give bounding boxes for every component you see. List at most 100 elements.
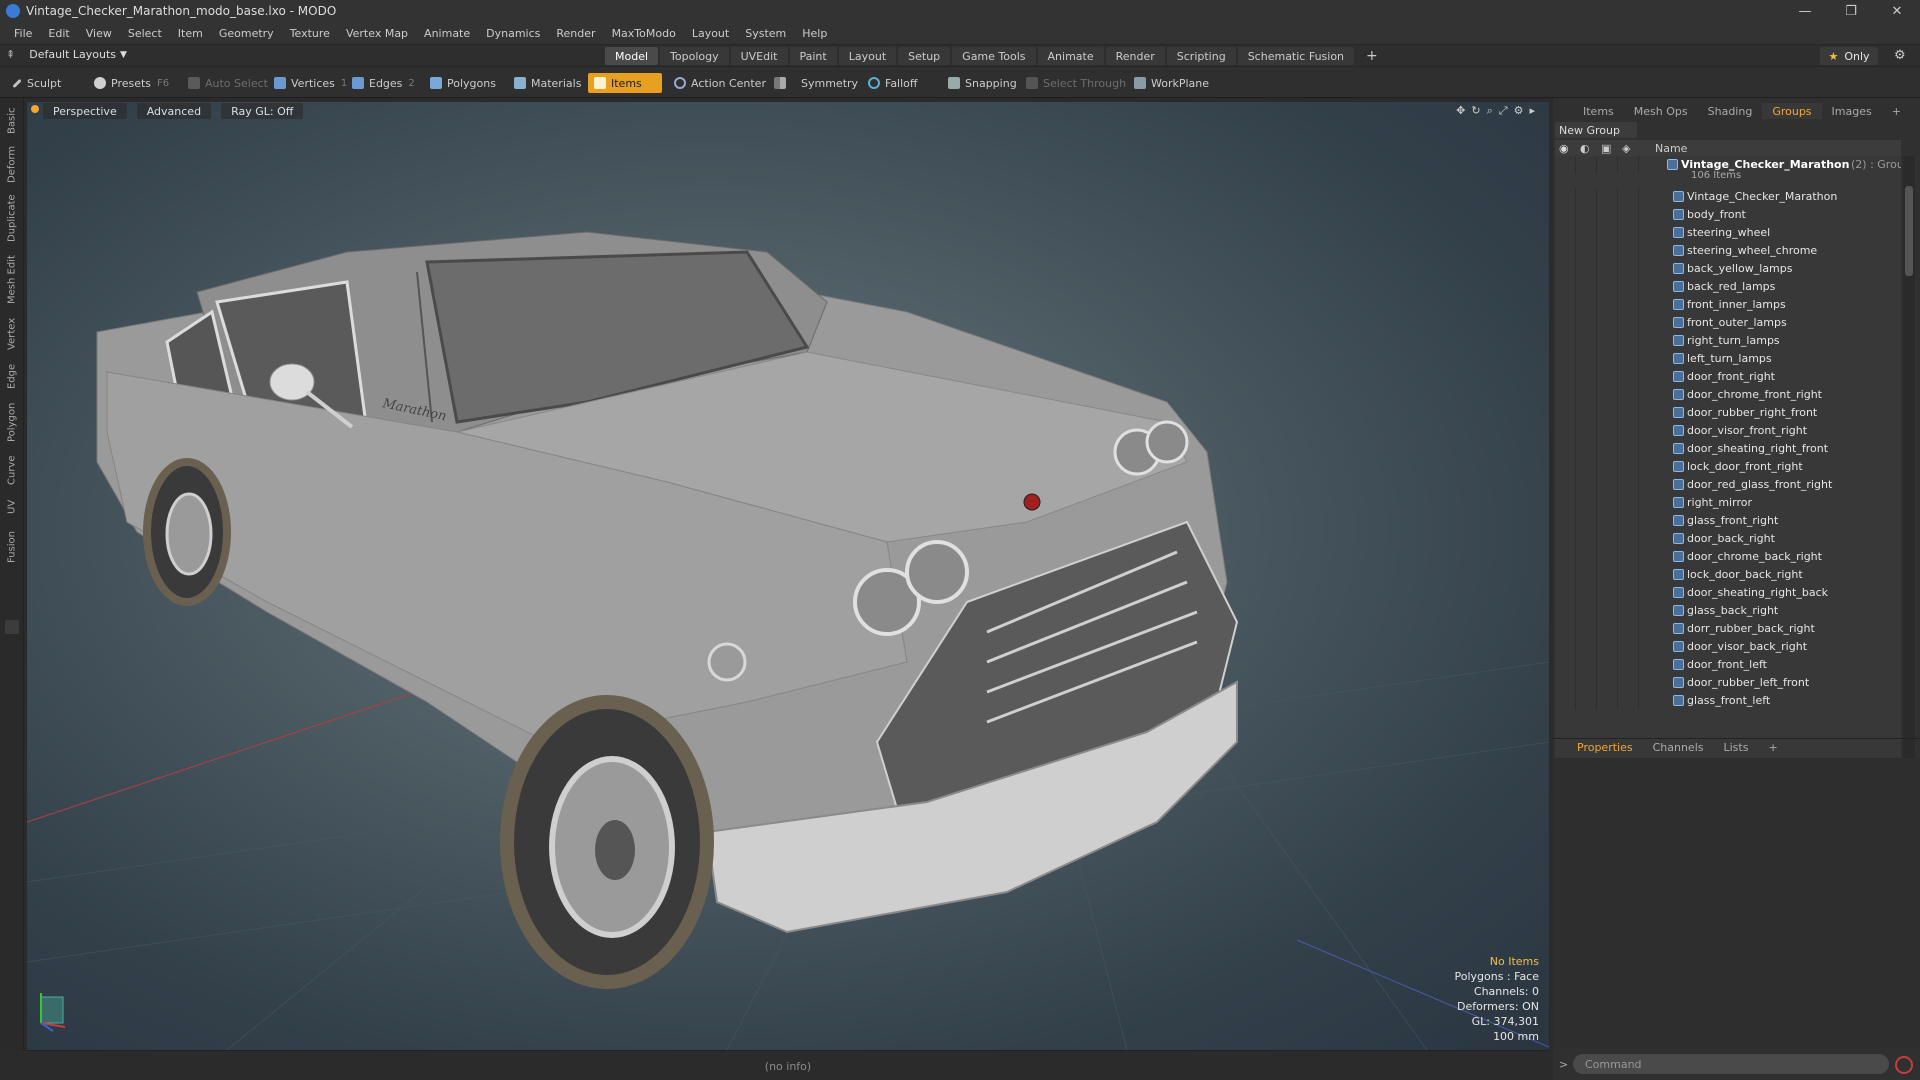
list-item[interactable]: door_visor_back_right [1555, 638, 1901, 656]
menu-layout[interactable]: Layout [684, 27, 737, 40]
items-button[interactable]: Items [588, 73, 662, 93]
list-item[interactable]: front_inner_lamps [1555, 296, 1901, 314]
tab-mesh-edit[interactable]: Mesh Edit [3, 252, 21, 308]
tab-basic[interactable]: Basic [3, 104, 21, 138]
list-item[interactable]: door_red_glass_front_right [1555, 476, 1901, 494]
command-input[interactable]: Command [1573, 1054, 1889, 1074]
sculpt-button[interactable]: Sculpt [6, 73, 67, 93]
list-item[interactable]: door_front_left [1555, 656, 1901, 674]
tab-fusion[interactable]: Fusion [3, 526, 21, 568]
list-item[interactable]: door_rubber_right_front [1555, 404, 1901, 422]
list-item[interactable]: door_rubber_left_front [1555, 674, 1901, 692]
select-icon[interactable]: ◈ [1622, 142, 1630, 155]
tab-groups[interactable]: Groups [1762, 103, 1822, 119]
menu-item[interactable]: Item [170, 27, 211, 40]
falloff-button[interactable]: Falloff [862, 73, 923, 93]
zoom-view-icon[interactable]: ⌕ [1487, 104, 1493, 118]
tab-animate[interactable]: Animate [1037, 47, 1104, 65]
menu-animate[interactable]: Animate [416, 27, 478, 40]
list-item[interactable]: door_chrome_back_right [1555, 548, 1901, 566]
menu-render[interactable]: Render [548, 27, 603, 40]
list-item[interactable]: glass_front_left [1555, 692, 1901, 710]
action-center-button[interactable]: Action Center [668, 73, 772, 93]
view-perspective-tab[interactable]: Perspective [43, 103, 127, 119]
tab-topology[interactable]: Topology [660, 47, 729, 65]
gear-icon[interactable]: ⚙ [1894, 48, 1910, 64]
menu-select[interactable]: Select [120, 27, 170, 40]
tab-curve[interactable]: Curve [3, 452, 21, 488]
list-item[interactable]: right_turn_lamps [1555, 332, 1901, 350]
tab-vertex[interactable]: Vertex [3, 314, 21, 354]
list-item[interactable]: steering_wheel_chrome [1555, 242, 1901, 260]
tab-model[interactable]: Model [605, 47, 659, 65]
workplane-button[interactable]: WorkPlane [1128, 73, 1215, 93]
fit-view-icon[interactable]: ⤢ [1499, 104, 1508, 118]
auto-select-button[interactable]: Auto Select [182, 73, 274, 93]
menu-system[interactable]: System [737, 27, 794, 40]
list-item[interactable]: dorr_rubber_back_right [1555, 620, 1901, 638]
expand-panel-icon[interactable] [5, 620, 19, 634]
viewport-menu-icon[interactable] [31, 105, 39, 113]
list-item[interactable]: door_sheating_right_front [1555, 440, 1901, 458]
tab-items[interactable]: Items [1573, 103, 1624, 119]
close-button[interactable]: ✕ [1874, 0, 1920, 22]
list-item[interactable]: door_chrome_front_right [1555, 386, 1901, 404]
tab-images[interactable]: Images [1822, 103, 1882, 119]
tab-setup[interactable]: Setup [898, 47, 951, 65]
tab-game-tools[interactable]: Game Tools [952, 47, 1036, 65]
tab-properties[interactable]: Properties [1567, 739, 1643, 756]
menu-dynamics[interactable]: Dynamics [478, 27, 548, 40]
menu-help[interactable]: Help [794, 27, 835, 40]
command-history-button[interactable] [1895, 1056, 1913, 1074]
ray-gl-toggle[interactable]: Ray GL: Off [221, 103, 304, 119]
render-icon[interactable]: ◐ [1580, 142, 1590, 155]
menu-view[interactable]: View [78, 27, 120, 40]
tree-scrollbar[interactable] [1903, 156, 1915, 800]
edges-button[interactable]: Edges 2 [346, 73, 421, 93]
menu-file[interactable]: File [6, 27, 40, 40]
tab-scripting[interactable]: Scripting [1166, 47, 1236, 65]
tab-schematic-fusion[interactable]: Schematic Fusion [1237, 47, 1355, 65]
presets-button[interactable]: Presets F6 [88, 73, 175, 93]
menu-maxtomodo[interactable]: MaxToModo [604, 27, 684, 40]
tab-polygon[interactable]: Polygon [3, 398, 21, 446]
list-item[interactable]: back_red_lamps [1555, 278, 1901, 296]
tab-layout[interactable]: Layout [838, 47, 897, 65]
menu-texture[interactable]: Texture [282, 27, 338, 40]
list-item[interactable]: lock_door_back_right [1555, 566, 1901, 584]
menu-edit[interactable]: Edit [40, 27, 77, 40]
name-column-header[interactable]: Name [1655, 142, 1687, 155]
list-item[interactable]: lock_door_front_right [1555, 458, 1901, 476]
visibility-eye-icon[interactable]: ◉ [1559, 142, 1569, 155]
list-item[interactable]: steering_wheel [1555, 224, 1901, 242]
menu-vertex-map[interactable]: Vertex Map [338, 27, 416, 40]
tab-deform[interactable]: Deform [3, 144, 21, 184]
group-row[interactable]: Vintage_Checker_Marathon (2) : Group 106… [1555, 156, 1901, 188]
list-item[interactable]: right_mirror [1555, 494, 1901, 512]
menu-geometry[interactable]: Geometry [211, 27, 282, 40]
rotate-view-icon[interactable]: ↻ [1471, 104, 1480, 118]
scrollbar-thumb[interactable] [1905, 186, 1913, 276]
list-item[interactable]: door_sheating_right_back [1555, 584, 1901, 602]
list-item[interactable]: back_yellow_lamps [1555, 260, 1901, 278]
vertices-button[interactable]: Vertices 1 [268, 73, 353, 93]
list-item[interactable]: body_front [1555, 206, 1901, 224]
expand-arrow-icon[interactable]: ▸ [1529, 104, 1535, 118]
tab-shading[interactable]: Shading [1698, 103, 1763, 119]
layouts-dropdown[interactable]: ⇞ Default Layouts ▼ [6, 48, 127, 61]
list-item[interactable]: glass_back_right [1555, 602, 1901, 620]
car-model[interactable]: Marathon [96, 231, 1239, 989]
tab-paint[interactable]: Paint [789, 47, 837, 65]
add-tab-button[interactable]: + [1356, 47, 1388, 65]
view-advanced-tab[interactable]: Advanced [136, 103, 212, 119]
minimize-button[interactable]: — [1782, 0, 1828, 22]
tab-lists[interactable]: Lists [1714, 740, 1759, 756]
list-item[interactable]: door_visor_front_right [1555, 422, 1901, 440]
tab-mesh-ops[interactable]: Mesh Ops [1624, 103, 1698, 119]
list-item[interactable]: left_turn_lamps [1555, 350, 1901, 368]
tab-uvedit[interactable]: UVEdit [730, 47, 788, 65]
viewport-settings-icon[interactable]: ⚙ [1514, 104, 1524, 118]
tab-uv[interactable]: UV [3, 494, 21, 520]
lock-icon[interactable]: ▣ [1601, 142, 1611, 155]
tab-duplicate[interactable]: Duplicate [3, 190, 21, 246]
